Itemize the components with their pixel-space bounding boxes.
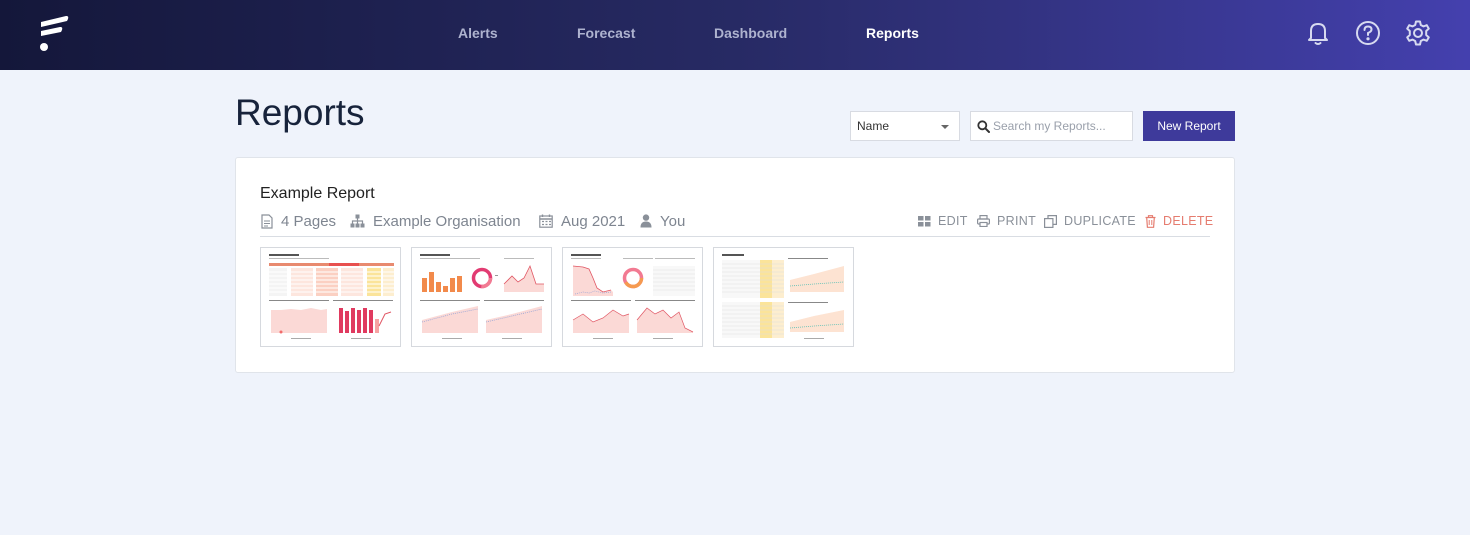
- page-4-preview: [722, 254, 845, 339]
- page-title: Reports: [235, 92, 365, 133]
- duplicate-label: DUPLICATE: [1064, 214, 1136, 228]
- edit-label: EDIT: [938, 214, 968, 228]
- print-button[interactable]: PRINT: [977, 213, 1036, 229]
- settings-icon[interactable]: [1404, 19, 1432, 47]
- document-icon: [261, 213, 273, 229]
- report-pages: 4 Pages: [261, 211, 336, 231]
- grid-icon: [918, 215, 931, 226]
- print-label: PRINT: [997, 214, 1036, 228]
- user-icon: [640, 214, 652, 228]
- copy-icon: [1044, 214, 1057, 228]
- report-date-label: Aug 2021: [561, 212, 626, 230]
- search-box: [970, 111, 1133, 141]
- report-organisation-label: Example Organisation: [373, 212, 521, 230]
- top-nav-bar: Alerts Forecast Dashboard Reports: [0, 0, 1470, 70]
- edit-button[interactable]: EDIT: [918, 213, 968, 229]
- page-thumbnail[interactable]: [713, 247, 854, 347]
- nav-reports[interactable]: Reports: [866, 0, 919, 70]
- page-thumbnail[interactable]: [260, 247, 401, 347]
- page-3-preview: [571, 254, 695, 339]
- nav-alerts[interactable]: Alerts: [458, 0, 498, 70]
- card-divider: [260, 236, 1210, 237]
- new-report-button[interactable]: New Report: [1143, 111, 1235, 141]
- trash-icon: [1145, 214, 1156, 228]
- caret-down-icon: [941, 125, 949, 129]
- sort-select[interactable]: Name: [850, 111, 960, 141]
- nav-dashboard[interactable]: Dashboard: [714, 0, 787, 70]
- delete-label: DELETE: [1163, 214, 1214, 228]
- nav-forecast[interactable]: Forecast: [577, 0, 635, 70]
- report-owner: You: [640, 211, 685, 231]
- search-icon: [977, 120, 990, 133]
- page-1-preview: [269, 254, 394, 339]
- report-organisation: Example Organisation: [350, 211, 521, 231]
- report-date: Aug 2021: [539, 211, 625, 231]
- search-input[interactable]: [993, 115, 1129, 137]
- page-thumbnail[interactable]: [562, 247, 703, 347]
- logo-icon[interactable]: [38, 15, 72, 53]
- page-thumbnail[interactable]: [411, 247, 552, 347]
- report-owner-label: You: [660, 212, 686, 230]
- bell-icon[interactable]: [1304, 19, 1332, 47]
- page-2-preview: [420, 254, 544, 339]
- report-title[interactable]: Example Report: [260, 185, 375, 203]
- help-icon[interactable]: [1354, 19, 1382, 47]
- report-pages-label: 4 Pages: [281, 212, 337, 230]
- sitemap-icon: [350, 214, 365, 228]
- sort-select-value: Name: [857, 119, 890, 133]
- calendar-icon: [539, 214, 553, 228]
- report-card: Example Report 4 Pages Example Organisat…: [235, 157, 1235, 373]
- duplicate-button[interactable]: DUPLICATE: [1044, 213, 1136, 229]
- delete-button[interactable]: DELETE: [1145, 213, 1213, 229]
- print-icon: [977, 215, 990, 227]
